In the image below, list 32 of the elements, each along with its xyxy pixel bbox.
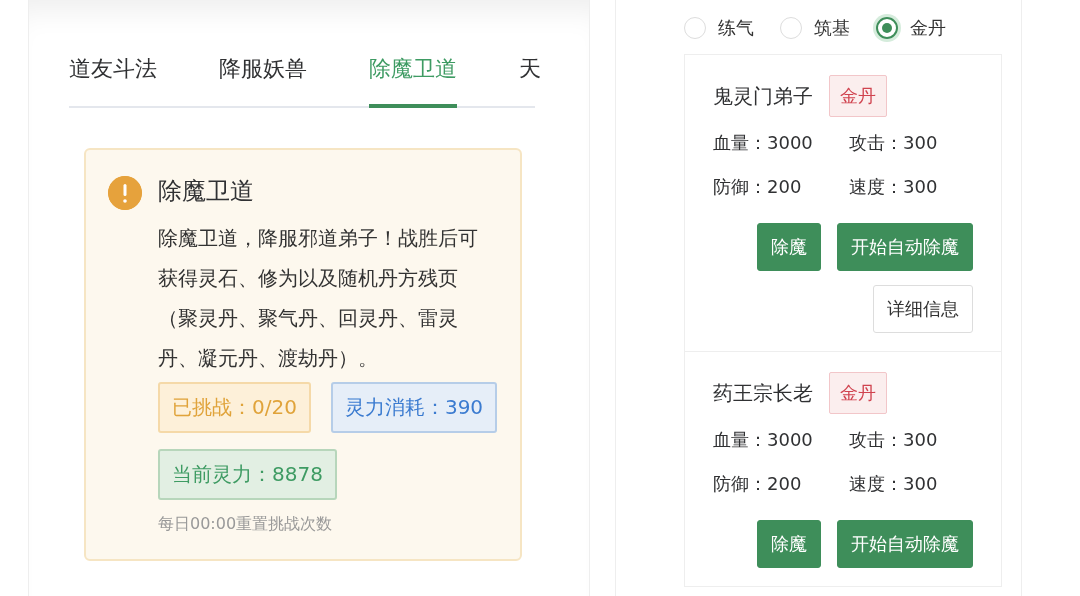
stat-text: 攻击：300 [849,428,939,452]
reset-note: 每日00:00重置挑战次数 [158,514,334,535]
stat-text: 防御：200 [713,175,803,199]
enemy-name: 鬼灵门弟子 [713,82,813,110]
realm-tag: 金丹 [829,372,887,414]
stat-badge: 灵力消耗：390 [330,382,498,433]
action-button[interactable]: 除魔 [757,223,821,271]
stat-text: 速度：300 [849,472,939,496]
action-button[interactable]: 除魔 [757,520,821,568]
stat-text: 速度：300 [849,175,939,199]
warning-icon [108,176,142,210]
tab[interactable]: 天 [519,54,541,108]
realm-tag: 金丹 [829,75,887,117]
details-button[interactable]: 详细信息 [873,285,973,333]
alert-text: 除魔卫道，降服邪道弟子！战胜后可获得灵石、修为以及随机丹方残页（聚灵丹、聚气丹、回灵丹、雷灵丹、凝元丹、渡劫丹）。 [158,225,479,372]
realm-radio[interactable]: 金丹 [876,16,946,40]
tab[interactable]: 除魔卫道 [369,54,457,108]
radio-icon[interactable] [876,17,898,39]
alert-title: 除魔卫道 [158,176,255,207]
tab[interactable]: 降服妖兽 [219,54,307,108]
stat-text: 血量：3000 [713,428,814,452]
action-button[interactable]: 开始自动除魔 [837,520,973,568]
stat-text: 攻击：300 [849,131,939,155]
tab[interactable]: 道友斗法 [69,54,157,108]
stat-text: 防御：200 [713,472,803,496]
enemy-name: 药王宗长老 [713,379,813,407]
stat-badge: 已挑战：0/20 [158,382,311,433]
action-button[interactable]: 开始自动除魔 [837,223,973,271]
stat-badge: 当前灵力：8878 [158,449,337,500]
realm-radio[interactable]: 练气 [684,16,754,40]
stat-text: 血量：3000 [713,131,814,155]
realm-radio[interactable]: 筑基 [780,16,850,40]
